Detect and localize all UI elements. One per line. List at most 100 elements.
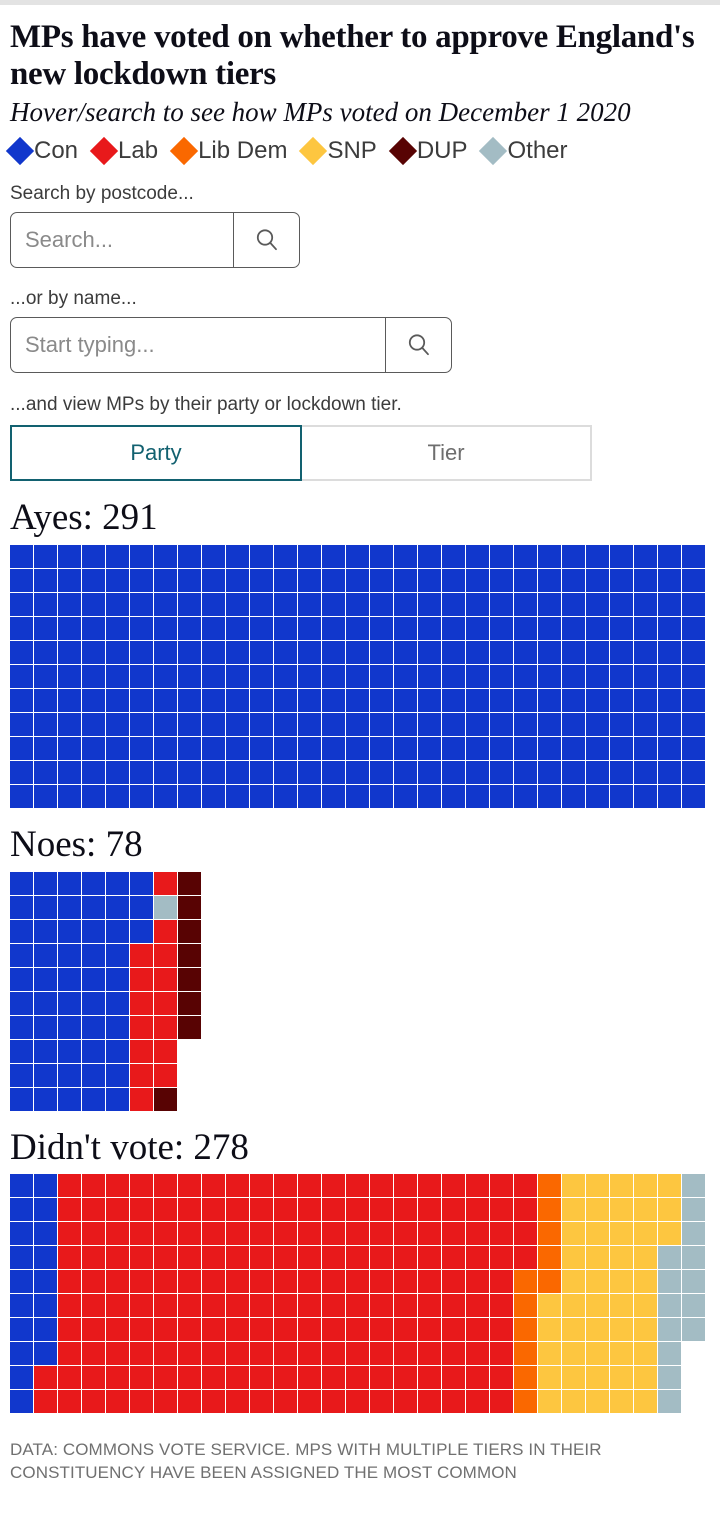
mp-cell-con[interactable] (418, 784, 441, 808)
mp-cell-con[interactable] (418, 664, 441, 688)
mp-cell-lab[interactable] (106, 1246, 129, 1270)
mp-cell-lab[interactable] (106, 1318, 129, 1342)
mp-cell-lab[interactable] (202, 1270, 225, 1294)
mp-cell-other[interactable] (658, 1390, 681, 1414)
mp-cell-con[interactable] (106, 991, 129, 1015)
mp-cell-con[interactable] (346, 544, 369, 568)
mp-cell-lab[interactable] (490, 1174, 513, 1198)
mp-cell-lab[interactable] (442, 1342, 465, 1366)
mp-cell-dup[interactable] (178, 895, 201, 919)
mp-cell-con[interactable] (82, 664, 105, 688)
mp-cell-con[interactable] (34, 592, 57, 616)
mp-cell-con[interactable] (658, 640, 681, 664)
mp-cell-con[interactable] (202, 688, 225, 712)
mp-cell-con[interactable] (154, 664, 177, 688)
mp-cell-lab[interactable] (274, 1270, 297, 1294)
mp-cell-con[interactable] (34, 784, 57, 808)
mp-cell-con[interactable] (34, 1222, 57, 1246)
mp-cell-lab[interactable] (346, 1390, 369, 1414)
mp-cell-lab[interactable] (250, 1270, 273, 1294)
mp-cell-lab[interactable] (274, 1294, 297, 1318)
mp-cell-con[interactable] (106, 967, 129, 991)
mp-cell-lab[interactable] (442, 1222, 465, 1246)
mp-cell-lab[interactable] (370, 1174, 393, 1198)
mp-cell-con[interactable] (130, 895, 153, 919)
mp-cell-con[interactable] (538, 640, 561, 664)
mp-cell-dup[interactable] (178, 871, 201, 895)
mp-cell-con[interactable] (10, 688, 33, 712)
mp-cell-lab[interactable] (370, 1198, 393, 1222)
mp-cell-con[interactable] (298, 688, 321, 712)
mp-cell-con[interactable] (298, 592, 321, 616)
mp-cell-lab[interactable] (298, 1342, 321, 1366)
mp-cell-lab[interactable] (322, 1342, 345, 1366)
mp-cell-con[interactable] (130, 664, 153, 688)
mp-cell-snp[interactable] (610, 1198, 633, 1222)
mp-cell-con[interactable] (106, 688, 129, 712)
mp-cell-con[interactable] (490, 616, 513, 640)
mp-cell-con[interactable] (370, 760, 393, 784)
mp-cell-con[interactable] (130, 568, 153, 592)
mp-cell-con[interactable] (58, 664, 81, 688)
mp-cell-con[interactable] (610, 664, 633, 688)
mp-cell-lab[interactable] (178, 1342, 201, 1366)
mp-cell-con[interactable] (82, 784, 105, 808)
mp-cell-snp[interactable] (634, 1342, 657, 1366)
mp-cell-snp[interactable] (586, 1366, 609, 1390)
mp-cell-con[interactable] (322, 784, 345, 808)
mp-cell-lab[interactable] (130, 1246, 153, 1270)
mp-cell-libdem[interactable] (538, 1198, 561, 1222)
mp-cell-snp[interactable] (538, 1318, 561, 1342)
mp-cell-con[interactable] (10, 784, 33, 808)
mp-cell-lab[interactable] (178, 1174, 201, 1198)
mp-cell-snp[interactable] (586, 1294, 609, 1318)
mp-cell-con[interactable] (202, 712, 225, 736)
mp-cell-con[interactable] (658, 592, 681, 616)
mp-cell-lab[interactable] (58, 1198, 81, 1222)
mp-cell-con[interactable] (394, 736, 417, 760)
mp-cell-libdem[interactable] (538, 1246, 561, 1270)
mp-cell-con[interactable] (82, 1039, 105, 1063)
mp-cell-con[interactable] (34, 1174, 57, 1198)
mp-cell-con[interactable] (586, 640, 609, 664)
mp-cell-lab[interactable] (298, 1222, 321, 1246)
mp-cell-snp[interactable] (610, 1366, 633, 1390)
mp-cell-lab[interactable] (178, 1318, 201, 1342)
mp-cell-con[interactable] (418, 616, 441, 640)
mp-cell-con[interactable] (10, 943, 33, 967)
mp-cell-snp[interactable] (634, 1198, 657, 1222)
mp-cell-lab[interactable] (58, 1246, 81, 1270)
mp-cell-con[interactable] (610, 688, 633, 712)
mp-cell-con[interactable] (466, 544, 489, 568)
mp-cell-con[interactable] (34, 616, 57, 640)
mp-cell-con[interactable] (514, 616, 537, 640)
mp-cell-libdem[interactable] (514, 1342, 537, 1366)
mp-cell-lab[interactable] (178, 1270, 201, 1294)
mp-cell-other[interactable] (658, 1318, 681, 1342)
mp-cell-lab[interactable] (418, 1270, 441, 1294)
mp-cell-lab[interactable] (154, 967, 177, 991)
mp-cell-con[interactable] (130, 871, 153, 895)
mp-cell-con[interactable] (346, 640, 369, 664)
name-search-input[interactable] (11, 317, 385, 372)
mp-cell-lab[interactable] (298, 1198, 321, 1222)
mp-cell-lab[interactable] (154, 1294, 177, 1318)
mp-cell-con[interactable] (490, 736, 513, 760)
mp-cell-lab[interactable] (154, 1174, 177, 1198)
mp-cell-con[interactable] (82, 895, 105, 919)
mp-cell-con[interactable] (370, 568, 393, 592)
mp-cell-con[interactable] (562, 616, 585, 640)
mp-cell-other[interactable] (658, 1294, 681, 1318)
mp-cell-con[interactable] (658, 736, 681, 760)
mp-cell-lab[interactable] (466, 1318, 489, 1342)
mp-cell-lab[interactable] (346, 1366, 369, 1390)
mp-cell-con[interactable] (442, 784, 465, 808)
mp-cell-snp[interactable] (562, 1318, 585, 1342)
mp-cell-con[interactable] (514, 712, 537, 736)
mp-cell-con[interactable] (274, 712, 297, 736)
mp-cell-lab[interactable] (250, 1390, 273, 1414)
mp-cell-lab[interactable] (106, 1390, 129, 1414)
mp-cell-snp[interactable] (610, 1318, 633, 1342)
mp-cell-con[interactable] (274, 640, 297, 664)
mp-cell-libdem[interactable] (514, 1270, 537, 1294)
